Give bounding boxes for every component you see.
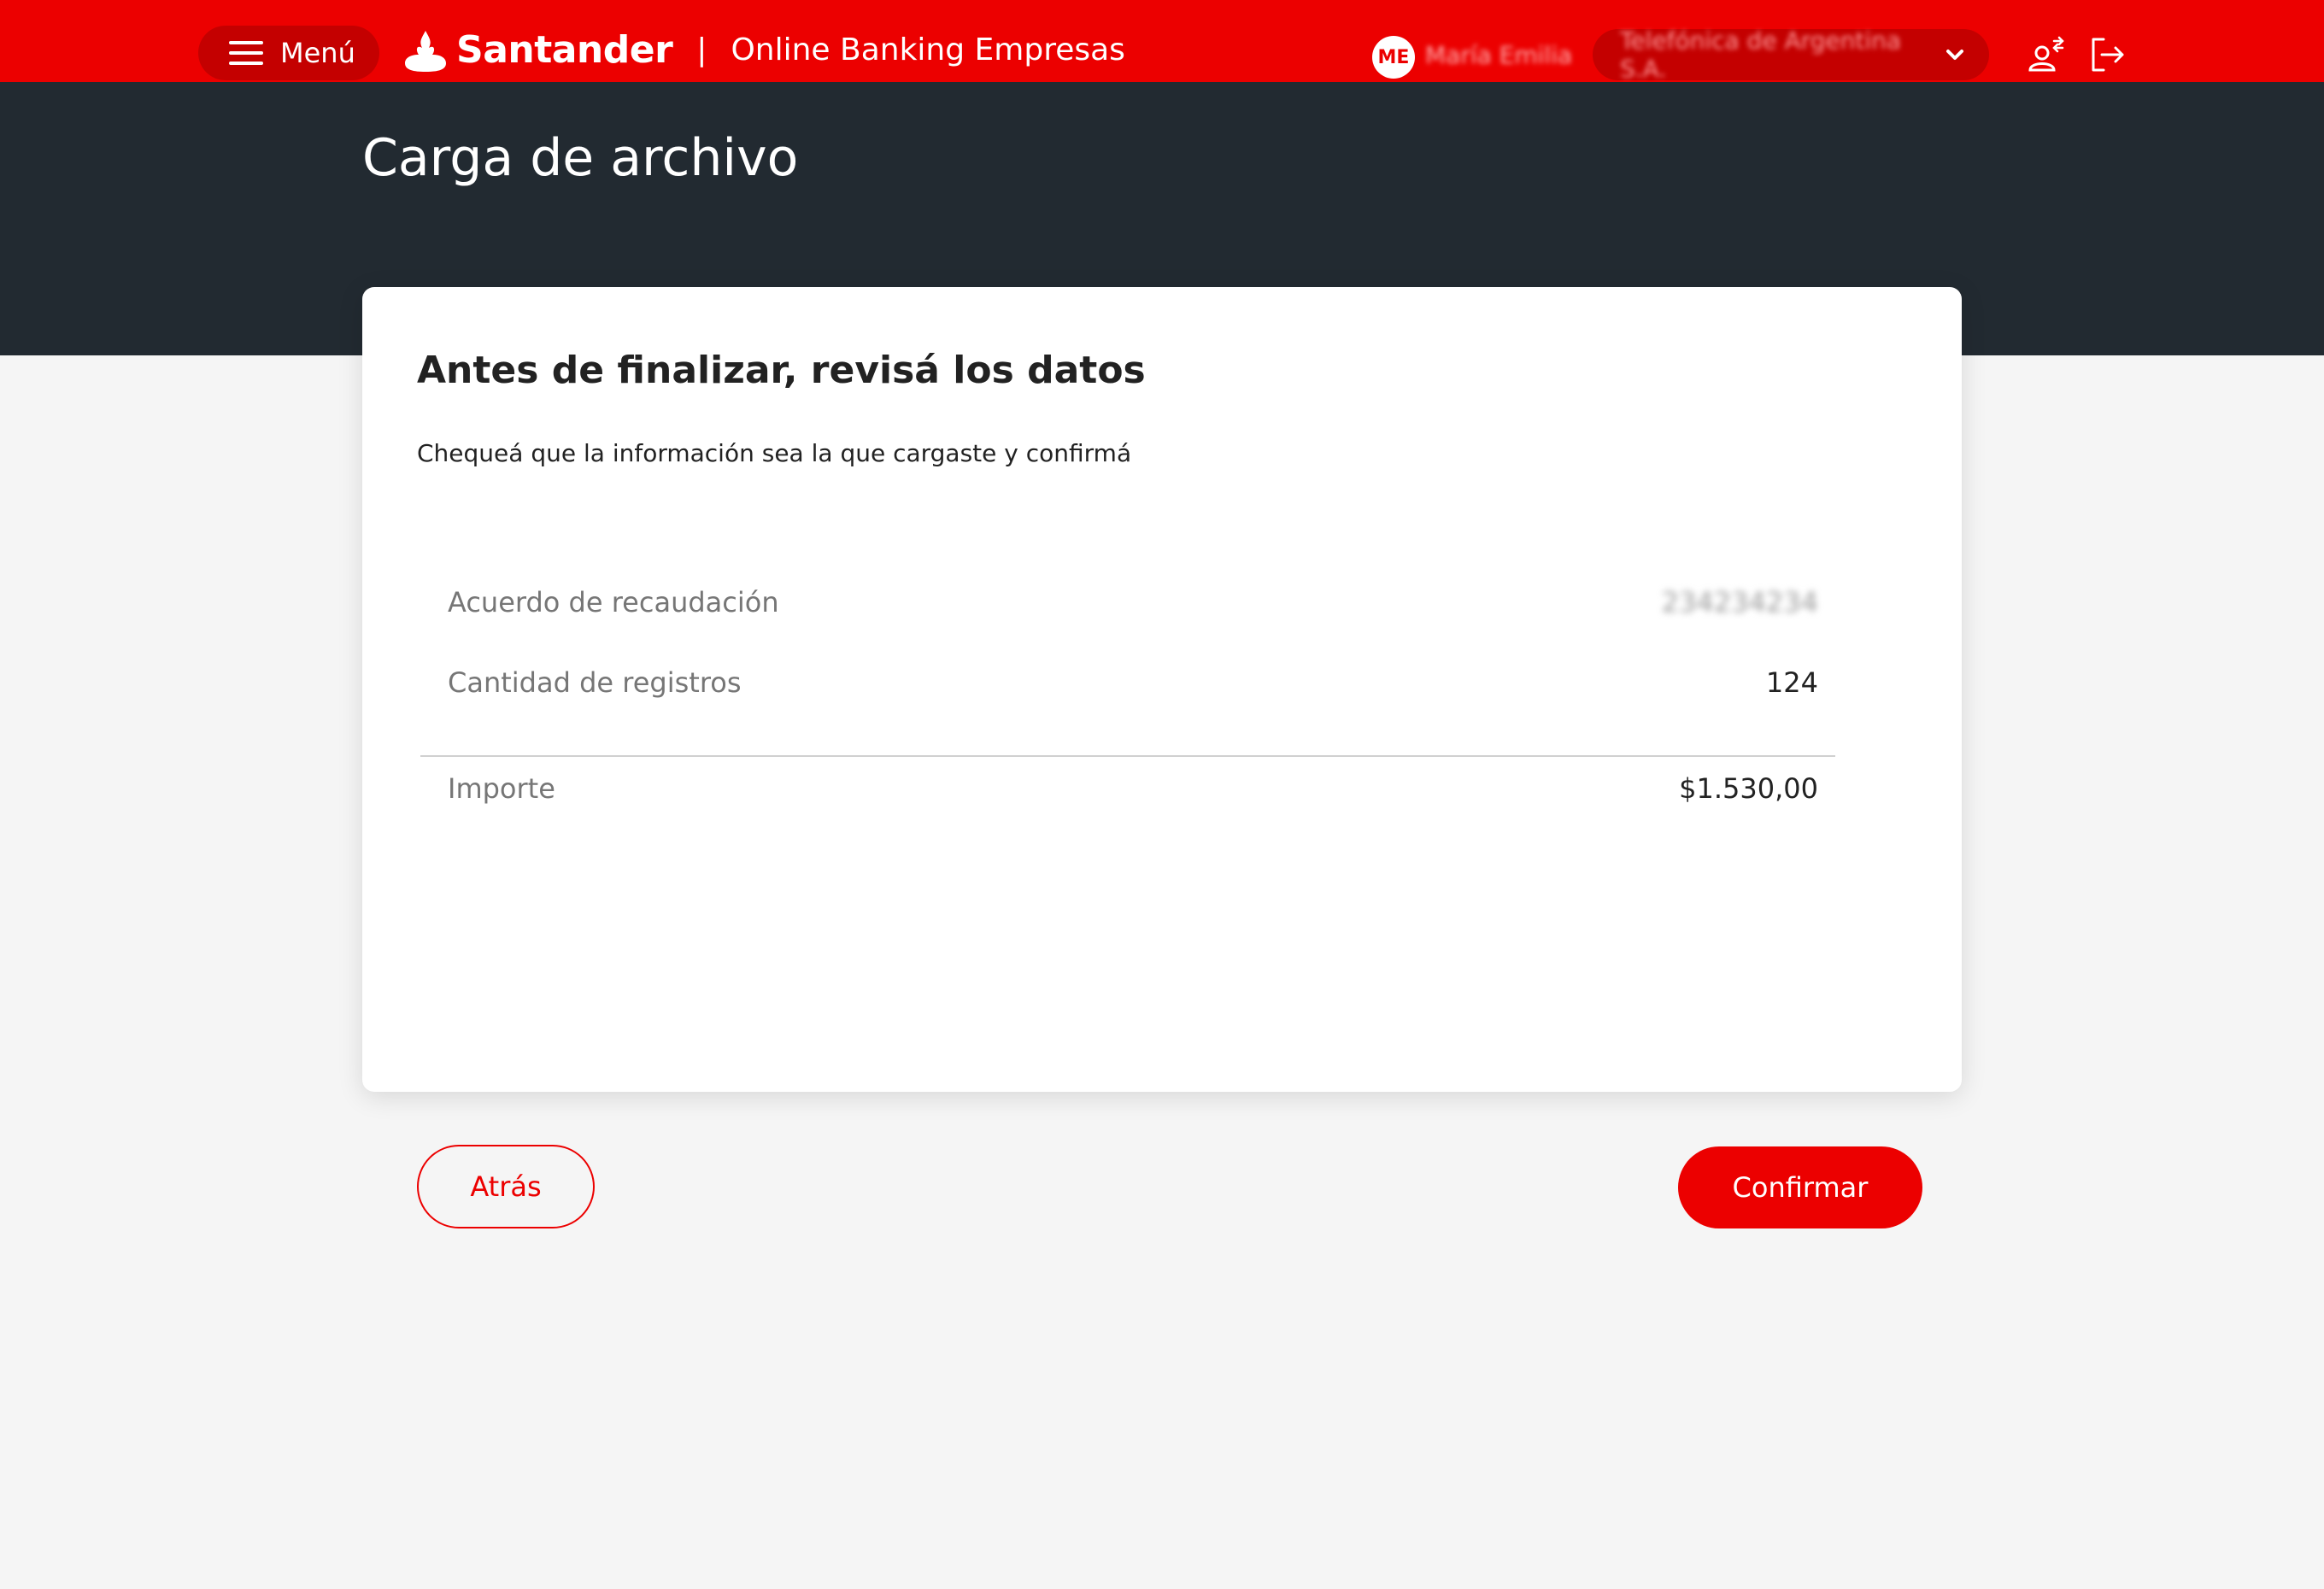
- menu-icon: [229, 41, 263, 65]
- review-card: Antes de finalizar, revisá los datos Che…: [362, 287, 1962, 1092]
- santander-flame-icon: [405, 31, 446, 72]
- total-label: Importe: [448, 772, 555, 805]
- user-name[interactable]: María Emilia: [1425, 41, 1572, 69]
- logout-icon[interactable]: [2085, 32, 2129, 77]
- top-navigation-bar: Menú Santander | Online Banking Empresas…: [0, 0, 2324, 83]
- chevron-down-icon: [1946, 50, 1963, 60]
- row-label: Cantidad de registros: [448, 666, 742, 699]
- total-value: $1.530,00: [1679, 772, 1818, 805]
- page-title: Carga de archivo: [362, 128, 799, 188]
- row-value: 234234234: [1661, 586, 1818, 619]
- summary-row-records: Cantidad de registros 124: [448, 666, 1818, 699]
- menu-label: Menú: [280, 37, 355, 69]
- divider: [420, 755, 1835, 757]
- avatar[interactable]: ME: [1372, 36, 1415, 79]
- brand-separator: |: [696, 32, 707, 67]
- summary-row-agreement: Acuerdo de recaudación 234234234: [448, 586, 1818, 619]
- switch-user-icon[interactable]: [2025, 32, 2069, 77]
- company-name: Telefónica de Argentina S.A.: [1620, 26, 1902, 83]
- row-label: Acuerdo de recaudación: [448, 586, 779, 619]
- back-button[interactable]: Atrás: [417, 1145, 595, 1228]
- company-selector[interactable]: Telefónica de Argentina S.A.: [1593, 26, 1989, 83]
- brand-subtitle: Online Banking Empresas: [731, 32, 1125, 67]
- row-value: 124: [1765, 666, 1818, 699]
- card-title: Antes de finalizar, revisá los datos: [417, 349, 1146, 392]
- card-subtitle: Chequeá que la información sea la que ca…: [417, 439, 1132, 467]
- menu-button[interactable]: Menú: [198, 26, 379, 80]
- summary-row-total: Importe $1.530,00: [448, 772, 1818, 805]
- brand-name: Santander: [456, 27, 673, 72]
- brand-logo[interactable]: Santander | Online Banking Empresas: [403, 24, 1125, 75]
- confirm-button[interactable]: Confirmar: [1678, 1146, 1922, 1228]
